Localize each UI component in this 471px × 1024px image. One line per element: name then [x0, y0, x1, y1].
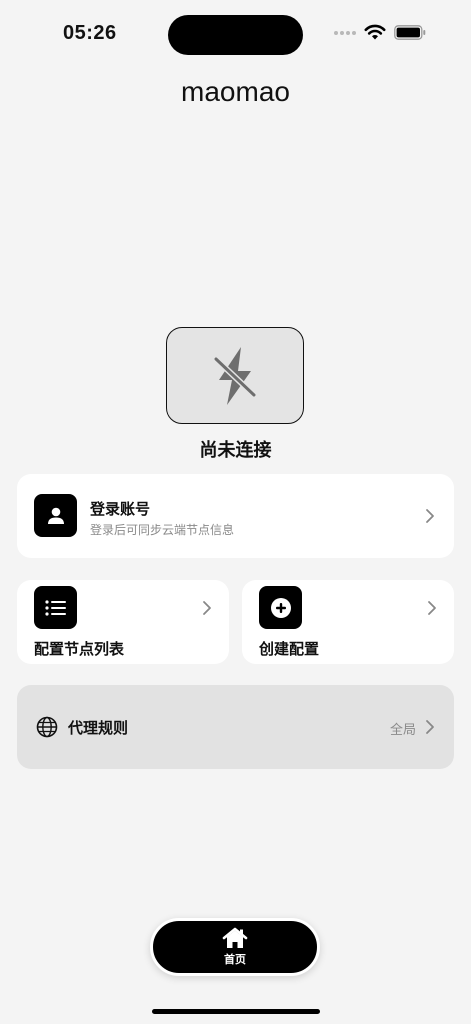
connection-status: 尚未连接: [199, 440, 272, 461]
proxy-rules-value: 全局: [390, 723, 417, 738]
chevron-right-icon: [203, 601, 211, 615]
chevron-right-icon: [428, 601, 436, 615]
node-list-card[interactable]: 配置节点列表: [17, 580, 229, 664]
tab-home[interactable]: 首页: [150, 918, 320, 976]
app-screen: 05:26 maomao 尚未连接 登录账号 登录后可同步云端节点信息 配置节点…: [0, 0, 471, 1024]
bolt-slash-icon: [213, 346, 257, 405]
proxy-rules-title: 代理规则: [68, 719, 129, 737]
status-time: 05:26: [63, 22, 117, 44]
login-account-title: 登录账号: [90, 500, 151, 518]
dynamic-island: [168, 15, 303, 55]
chevron-right-icon: [426, 720, 434, 734]
login-account-subtitle: 登录后可同步云端节点信息: [90, 523, 235, 537]
node-list-title: 配置节点列表: [34, 640, 125, 658]
list-icon: [34, 586, 77, 629]
login-account-card[interactable]: 登录账号 登录后可同步云端节点信息: [17, 474, 454, 558]
chevron-right-icon: [426, 509, 434, 523]
create-config-card[interactable]: 创建配置: [242, 580, 454, 664]
home-indicator[interactable]: [152, 1009, 320, 1014]
person-icon: [34, 494, 77, 537]
globe-icon: [36, 716, 58, 738]
proxy-rules-card[interactable]: 代理规则 全局: [17, 685, 454, 769]
plus-circle-icon: [259, 586, 302, 629]
tab-home-label: 首页: [224, 953, 246, 966]
wifi-icon: [364, 24, 386, 40]
app-title: maomao: [181, 76, 290, 107]
create-config-title: 创建配置: [259, 640, 320, 658]
cellular-signal-icon: [334, 30, 356, 35]
home-icon: [222, 927, 248, 948]
battery-icon: [394, 25, 426, 40]
status-icons: [334, 24, 426, 41]
connect-button[interactable]: [166, 327, 304, 424]
